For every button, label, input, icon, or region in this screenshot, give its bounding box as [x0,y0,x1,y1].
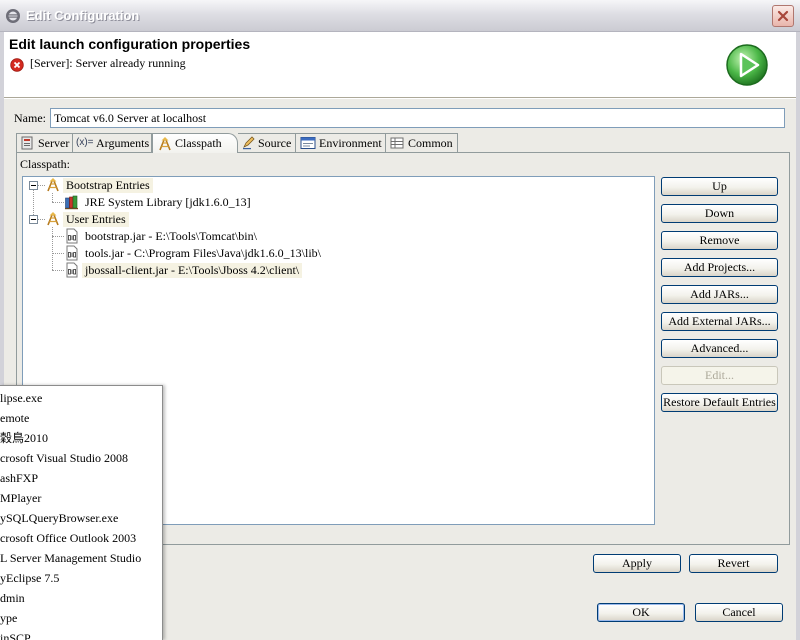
close-icon [777,10,789,22]
tab-source[interactable]: Source [238,133,296,152]
tree-item-label: JRE System Library [jdk1.6.0_13] [85,195,251,209]
cancel-button[interactable]: Cancel [695,603,783,622]
name-field[interactable]: Tomcat v6.0 Server at localhost [50,108,785,128]
collapse-toggle[interactable] [29,215,38,224]
close-button[interactable] [772,5,794,27]
status-message: [Server]: Server already running [30,56,186,70]
menu-item[interactable]: ype [0,608,160,628]
add-jars-button[interactable]: Add JARs... [661,285,778,304]
dialog-heading: Edit launch configuration properties [9,36,251,52]
run-icon [725,43,769,87]
tree-item-jar[interactable]: jbossall-client.jar - E:\Tools\Jboss 4.2… [23,262,654,279]
classpath-entries-icon [45,177,61,193]
title-bar[interactable]: Edit Configuration [0,0,800,32]
menu-item[interactable]: ySQLQueryBrowser.exe [0,508,160,528]
tree-item-label: tools.jar - C:\Program Files\Java\jdk1.6… [85,246,321,260]
tree-item-jar[interactable]: tools.jar - C:\Program Files\Java\jdk1.6… [23,245,654,262]
window-title: Edit Configuration [26,8,140,23]
restore-default-entries-button[interactable]: Restore Default Entries [661,393,778,412]
jar-icon [64,245,80,261]
menu-item[interactable]: crosoft Office Outlook 2003 [0,528,160,548]
menu-item[interactable]: yEclipse 7.5 [0,568,160,588]
ok-button[interactable]: OK [597,603,685,622]
tab-label: Classpath [175,136,222,150]
error-icon [10,58,24,72]
menu-item[interactable]: 穀鳥2010 [0,428,160,448]
window-frame-right [796,32,800,640]
tab-label: Common [408,136,453,150]
tree-item-label: jbossall-client.jar - E:\Tools\Jboss 4.2… [82,263,303,278]
add-external-jars-button[interactable]: Add External JARs... [661,312,778,331]
tree-item-bootstrap-entries[interactable]: Bootstrap Entries [23,177,654,194]
classpath-label: Classpath: [20,157,70,171]
eclipse-icon [5,8,21,24]
menu-item[interactable]: lipse.exe [0,388,160,408]
menu-item[interactable]: dmin [0,588,160,608]
revert-button[interactable]: Revert [689,554,778,573]
popup-menu[interactable]: lipse.exe emote 穀鳥2010 crosoft Visual St… [0,385,163,640]
tab-classpath[interactable]: Classpath [152,133,238,153]
jar-icon [64,262,80,278]
tab-label: Source [258,136,292,150]
edit-button: Edit... [661,366,778,385]
tab-label: Environment [319,136,382,150]
classpath-entries-icon [45,211,61,227]
up-button[interactable]: Up [661,177,778,196]
library-icon [64,194,80,210]
menu-item[interactable]: L Server Management Studio [0,548,160,568]
tree-item-jar[interactable]: bootstrap.jar - E:\Tools\Tomcat\bin\ [23,228,654,245]
tab-label: Server [38,136,70,150]
menu-item[interactable]: MPlayer [0,488,160,508]
tab-arguments[interactable]: (x)= Arguments [73,133,152,152]
tree-item-jre-library[interactable]: JRE System Library [jdk1.6.0_13] [23,194,654,211]
tree-item-label: bootstrap.jar - E:\Tools\Tomcat\bin\ [85,229,257,243]
tab-environment[interactable]: Environment [296,133,386,152]
dialog-header: Edit launch configuration properties [Se… [4,32,796,98]
apply-button[interactable]: Apply [593,554,681,573]
advanced-button[interactable]: Advanced... [661,339,778,358]
tree-item-user-entries[interactable]: User Entries [23,211,654,228]
name-label: Name: [14,111,46,125]
classpath-icon [157,136,173,156]
jar-icon [64,228,80,244]
tab-server[interactable]: Server [16,133,73,152]
collapse-toggle[interactable] [29,181,38,190]
arguments-icon: (x)= [76,137,94,148]
tab-common[interactable]: Common [386,133,458,152]
tree-item-label: Bootstrap Entries [63,178,153,193]
menu-item[interactable]: inSCP [0,628,160,640]
menu-item[interactable]: emote [0,408,160,428]
menu-item[interactable]: ashFXP [0,468,160,488]
menu-item[interactable]: crosoft Visual Studio 2008 [0,448,160,468]
remove-button[interactable]: Remove [661,231,778,250]
down-button[interactable]: Down [661,204,778,223]
tab-label: Arguments [96,136,150,150]
add-projects-button[interactable]: Add Projects... [661,258,778,277]
tree-item-label: User Entries [63,212,129,227]
